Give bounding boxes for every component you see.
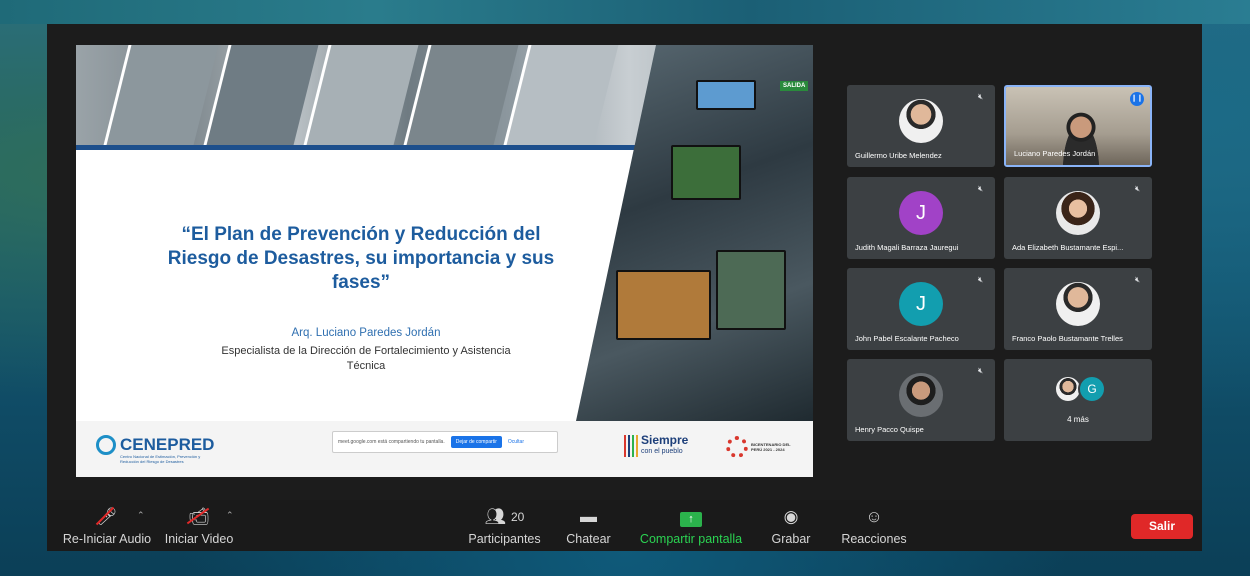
siempre-title: Siempre: [641, 433, 689, 447]
monitor: [696, 80, 756, 110]
audio-options-caret-icon[interactable]: ⌃: [137, 510, 145, 521]
screen-share-notice: meet.google.com está compartiendo tu pan…: [332, 431, 558, 453]
shared-screen: “El Plan de Prevención y Reducción del R…: [76, 45, 813, 477]
participant-name: John Pabel Escalante Pacheco: [855, 334, 959, 343]
participant-tile[interactable]: 🔇︎ Guillermo Uribe Melendez: [847, 85, 995, 167]
exit-sign: SALIDA: [780, 81, 809, 91]
participant-name: Judith Magali Barraza Jauregui: [855, 243, 959, 252]
record-icon: ◉: [783, 507, 799, 526]
participants-count: 20: [510, 510, 525, 524]
participants-label: Participantes: [468, 532, 541, 546]
participant-avatar: [899, 373, 943, 417]
reactions-label: Reacciones: [841, 532, 907, 546]
stop-sharing-button[interactable]: Dejar de compartir: [450, 436, 502, 448]
cenepred-logo-text: CENEPRED: [120, 435, 215, 454]
participant-name: Luciano Paredes Jordán: [1014, 149, 1096, 158]
record-button[interactable]: ◉ Grabar: [763, 506, 819, 546]
participant-name: Franco Paolo Bustamante Trelles: [1012, 334, 1123, 343]
share-screen-label: Compartir pantalla: [639, 532, 743, 546]
video-options-caret-icon[interactable]: ⌃: [226, 510, 234, 521]
monitor: [616, 270, 711, 340]
bicentenario-logo-text: BICENTENARIO DEL PERÚ 2021 - 2024: [751, 442, 791, 452]
reactions-button[interactable]: ☺︎ Reacciones: [837, 506, 911, 546]
participant-tile[interactable]: 🔇︎ Ada Elizabeth Bustamante Espi...: [1004, 177, 1152, 259]
participant-name: Guillermo Uribe Melendez: [855, 151, 942, 160]
siempre-logo: Siempre con el pueblo: [624, 433, 689, 457]
more-participants-avatars: G: [1054, 375, 1106, 403]
participant-avatar: J: [899, 191, 943, 235]
mic-off-icon: 🔇︎: [978, 92, 984, 101]
slide-divider: [76, 145, 636, 150]
participants-icon: 👥︎ 20: [484, 507, 525, 526]
more-participants-label: 4 más: [1067, 415, 1089, 424]
participant-avatar: [1056, 191, 1100, 235]
siempre-logo-text: Siempre con el pueblo: [641, 433, 689, 457]
slide-footer: CENEPRED Centro Nacional de Estimación, …: [76, 421, 813, 477]
photo-strip: [303, 45, 419, 145]
participant-name: Henry Pacco Quispe: [855, 425, 924, 434]
participants-button[interactable]: 👥︎ 20 Participantes: [462, 506, 547, 546]
reactions-icon: ☺︎: [865, 507, 883, 526]
participant-avatar: J: [899, 282, 943, 326]
background-top: [0, 0, 1250, 24]
mic-off-icon: 🔇︎: [978, 184, 984, 193]
participant-tile[interactable]: J 🔇︎ Judith Magali Barraza Jauregui: [847, 177, 995, 259]
participant-avatar: G: [1078, 375, 1106, 403]
participant-tile-active-speaker[interactable]: ❙❙ Luciano Paredes Jordán: [1004, 85, 1152, 167]
more-participants-tile[interactable]: G 4 más: [1004, 359, 1152, 441]
participant-name: Ada Elizabeth Bustamante Espi...: [1012, 243, 1124, 252]
slide-role: Especialista de la Dirección de Fortalec…: [221, 345, 511, 372]
cenepred-logo-subtitle: Centro Nacional de Estimación, Prevenció…: [120, 454, 201, 464]
cenepred-logo: CENEPRED: [96, 435, 214, 455]
siempre-logo-icon: [624, 435, 638, 457]
mic-off-icon: 🔇︎: [1135, 275, 1141, 284]
mic-off-icon: 🔇︎: [1135, 184, 1141, 193]
share-notice-text: meet.google.com está compartiendo tu pan…: [338, 439, 445, 445]
cenepred-logo-icon: [96, 435, 116, 455]
participant-tile[interactable]: 🔇︎ Franco Paolo Bustamante Trelles: [1004, 268, 1152, 350]
photo-strip: [103, 45, 219, 145]
participant-video-person: [1058, 111, 1104, 165]
slide-author: Arq. Luciano Paredes Jordán: [291, 327, 441, 339]
bicentenario-logo: BICENTENARIO DEL PERÚ 2021 - 2024: [726, 436, 791, 458]
exit-button[interactable]: Salir: [1131, 514, 1193, 539]
chat-icon: ▬: [580, 507, 597, 526]
mic-off-icon: 🔇︎: [978, 275, 984, 284]
participant-tile[interactable]: J 🔇︎ John Pabel Escalante Pacheco: [847, 268, 995, 350]
photo-strip: [203, 45, 319, 145]
photo-strip: [503, 45, 619, 145]
monitor: [671, 145, 741, 200]
monitor: [716, 250, 786, 330]
record-label: Grabar: [771, 532, 811, 546]
hide-notice-button[interactable]: Ocultar: [508, 439, 524, 445]
siempre-subtitle: con el pueblo: [641, 448, 683, 455]
participant-tile[interactable]: 🔇︎ Henry Pacco Quispe: [847, 359, 995, 441]
slide-title: “El Plan de Prevención y Reducción del R…: [167, 224, 555, 293]
share-screen-button[interactable]: ↑ Compartir pantalla: [631, 506, 751, 546]
bicentenario-logo-icon: [726, 436, 748, 458]
photo-strip: [403, 45, 519, 145]
audio-label: Re-Iniciar Audio: [62, 532, 152, 546]
mic-off-icon: 🔇︎: [978, 366, 984, 375]
video-label: Iniciar Video: [164, 532, 234, 546]
participant-avatar: [1056, 282, 1100, 326]
share-screen-icon: ↑: [631, 506, 751, 528]
speaking-indicator-icon: ❙❙: [1130, 92, 1144, 106]
chat-button[interactable]: ▬ Chatear: [557, 506, 620, 546]
chat-label: Chatear: [566, 532, 611, 546]
participant-avatar: [899, 99, 943, 143]
meeting-toolbar: 🎤︎ Re-Iniciar Audio ⌃ 📹︎ Iniciar Video ⌃…: [47, 500, 1202, 551]
